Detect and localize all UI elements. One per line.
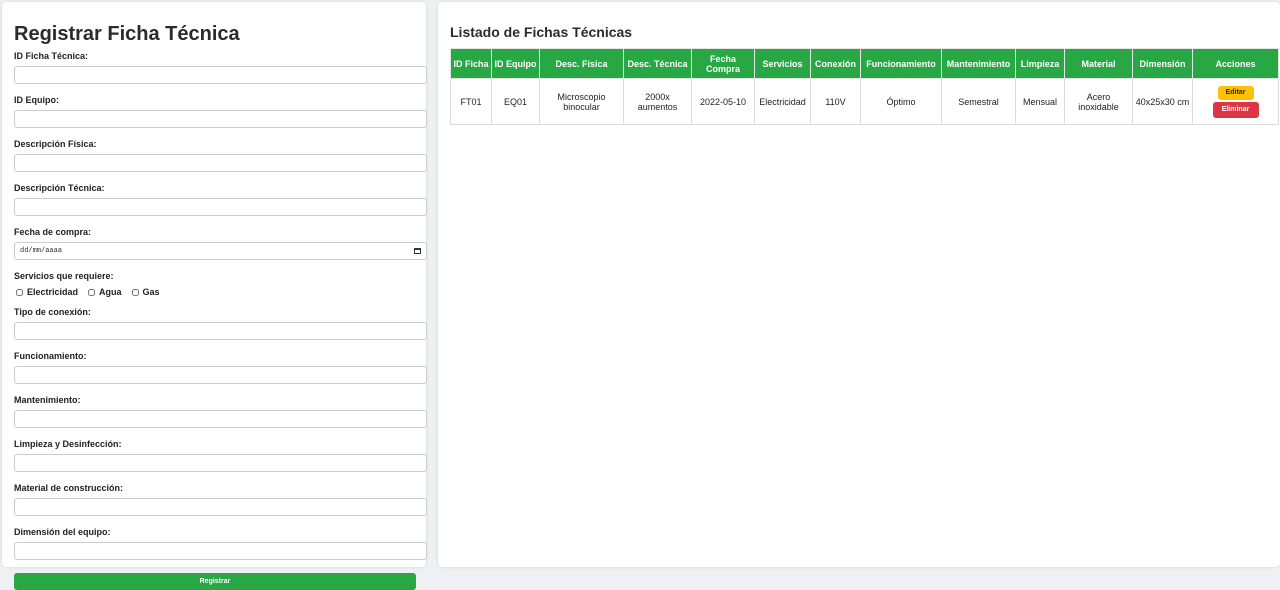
column-header: Acciones: [1192, 48, 1279, 79]
column-header: Conexión: [810, 48, 861, 79]
table-cell: Acero inoxidable: [1064, 78, 1133, 125]
column-header: Funcionamiento: [860, 48, 942, 79]
field-label: Funcionamiento:: [14, 351, 87, 361]
table-cell: Óptimo: [860, 78, 942, 125]
table-row: FT01 EQ01 Microscopio binocular 2000x au…: [450, 78, 1279, 125]
table-cell: 110V: [810, 78, 861, 125]
desc-fisica-input[interactable]: [14, 154, 427, 172]
electricidad-checkbox[interactable]: [16, 288, 23, 296]
service-option-label: Agua: [99, 287, 122, 297]
field-label: Dimensión del equipo:: [14, 527, 111, 537]
field-label: Material de construcción:: [14, 483, 124, 493]
column-header: Material: [1064, 48, 1133, 79]
id-equipo-input[interactable]: [14, 110, 427, 128]
column-header: Desc. Física: [539, 48, 624, 79]
table-cell: 40x25x30 cm: [1132, 78, 1193, 125]
field-material: Material de construcción:: [14, 483, 427, 516]
table-cell: 2000x aumentos: [623, 78, 692, 125]
id-ficha-input[interactable]: [14, 66, 427, 84]
table-cell: Electricidad: [754, 78, 811, 125]
field-desc-fisica: Descripción Física:: [14, 139, 427, 172]
mantenimiento-input[interactable]: [14, 410, 427, 428]
field-label: Servicios que requiere:: [14, 271, 114, 281]
gas-checkbox[interactable]: [131, 288, 139, 296]
column-header: Limpieza: [1015, 48, 1065, 79]
column-header: Desc. Técnica: [623, 48, 692, 79]
field-fecha-compra: Fecha de compra: dd/mm/aaaa: [14, 227, 427, 260]
fichas-list-panel: Listado de Fichas Técnicas ID Ficha ID E…: [438, 2, 1280, 567]
fecha-compra-input[interactable]: dd/mm/aaaa: [14, 242, 427, 260]
field-mantenimiento: Mantenimiento:: [14, 395, 427, 428]
agua-checkbox[interactable]: [88, 288, 96, 296]
table-cell: EQ01: [491, 78, 540, 125]
calendar-icon[interactable]: [414, 248, 421, 254]
edit-button[interactable]: Editar: [1217, 85, 1254, 100]
table-cell: 2022-05-10: [691, 78, 755, 125]
field-id-ficha: ID Ficha Técnica:: [14, 51, 427, 84]
service-option-electricidad[interactable]: Electricidad: [16, 287, 78, 297]
registrar-button[interactable]: Registrar: [14, 573, 416, 590]
column-header: ID Ficha: [450, 48, 492, 79]
column-header: Servicios: [754, 48, 811, 79]
desc-tecnica-input[interactable]: [14, 198, 427, 216]
delete-button[interactable]: Eliminar: [1212, 101, 1259, 118]
field-label: Fecha de compra:: [14, 227, 92, 237]
column-header: Fecha Compra: [691, 48, 755, 79]
table-cell: Mensual: [1015, 78, 1065, 125]
service-option-gas[interactable]: Gas: [131, 287, 160, 297]
field-label: ID Equipo:: [14, 95, 59, 105]
field-label: Limpieza y Desinfección:: [14, 439, 122, 449]
field-label: Descripción Técnica:: [14, 183, 105, 193]
column-header: ID Equipo: [491, 48, 540, 79]
field-funcionamiento: Funcionamiento:: [14, 351, 427, 384]
service-option-label: Gas: [142, 287, 160, 297]
table-header-row: ID Ficha ID Equipo Desc. Física Desc. Té…: [450, 48, 1279, 79]
conexion-input[interactable]: [14, 322, 427, 340]
form-title: Registrar Ficha Técnica: [14, 23, 240, 45]
list-title: Listado de Fichas Técnicas: [450, 24, 633, 40]
field-limpieza: Limpieza y Desinfección:: [14, 439, 427, 472]
actions-cell: Editar Eliminar: [1192, 78, 1279, 125]
column-header: Dimensión: [1132, 48, 1193, 79]
date-placeholder: dd/mm/aaaa: [20, 247, 63, 255]
field-id-equipo: ID Equipo:: [14, 95, 427, 128]
register-form-panel: Registrar Ficha Técnica ID Ficha Técnica…: [2, 2, 427, 590]
services-checkboxes: Electricidad Agua Gas: [16, 286, 426, 298]
field-label: Tipo de conexión:: [14, 307, 91, 317]
field-label: Mantenimiento:: [14, 395, 81, 405]
field-dimension: Dimensión del equipo:: [14, 527, 427, 560]
material-input[interactable]: [14, 498, 427, 516]
funcionamiento-input[interactable]: [14, 366, 427, 384]
table-cell: Semestral: [941, 78, 1016, 125]
field-desc-tecnica: Descripción Técnica:: [14, 183, 427, 216]
limpieza-input[interactable]: [14, 454, 427, 472]
fichas-table: ID Ficha ID Equipo Desc. Física Desc. Té…: [450, 48, 1279, 125]
table-cell: FT01: [450, 78, 492, 125]
dimension-input[interactable]: [14, 542, 427, 560]
service-option-agua[interactable]: Agua: [88, 287, 122, 297]
service-option-label: Electricidad: [27, 287, 79, 297]
field-conexion: Tipo de conexión:: [14, 307, 427, 340]
table-cell: Microscopio binocular: [539, 78, 624, 125]
field-servicios: Servicios que requiere: Electricidad Agu…: [14, 271, 426, 298]
field-label: Descripción Física:: [14, 139, 97, 149]
field-label: ID Ficha Técnica:: [14, 51, 89, 61]
column-header: Mantenimiento: [941, 48, 1016, 79]
